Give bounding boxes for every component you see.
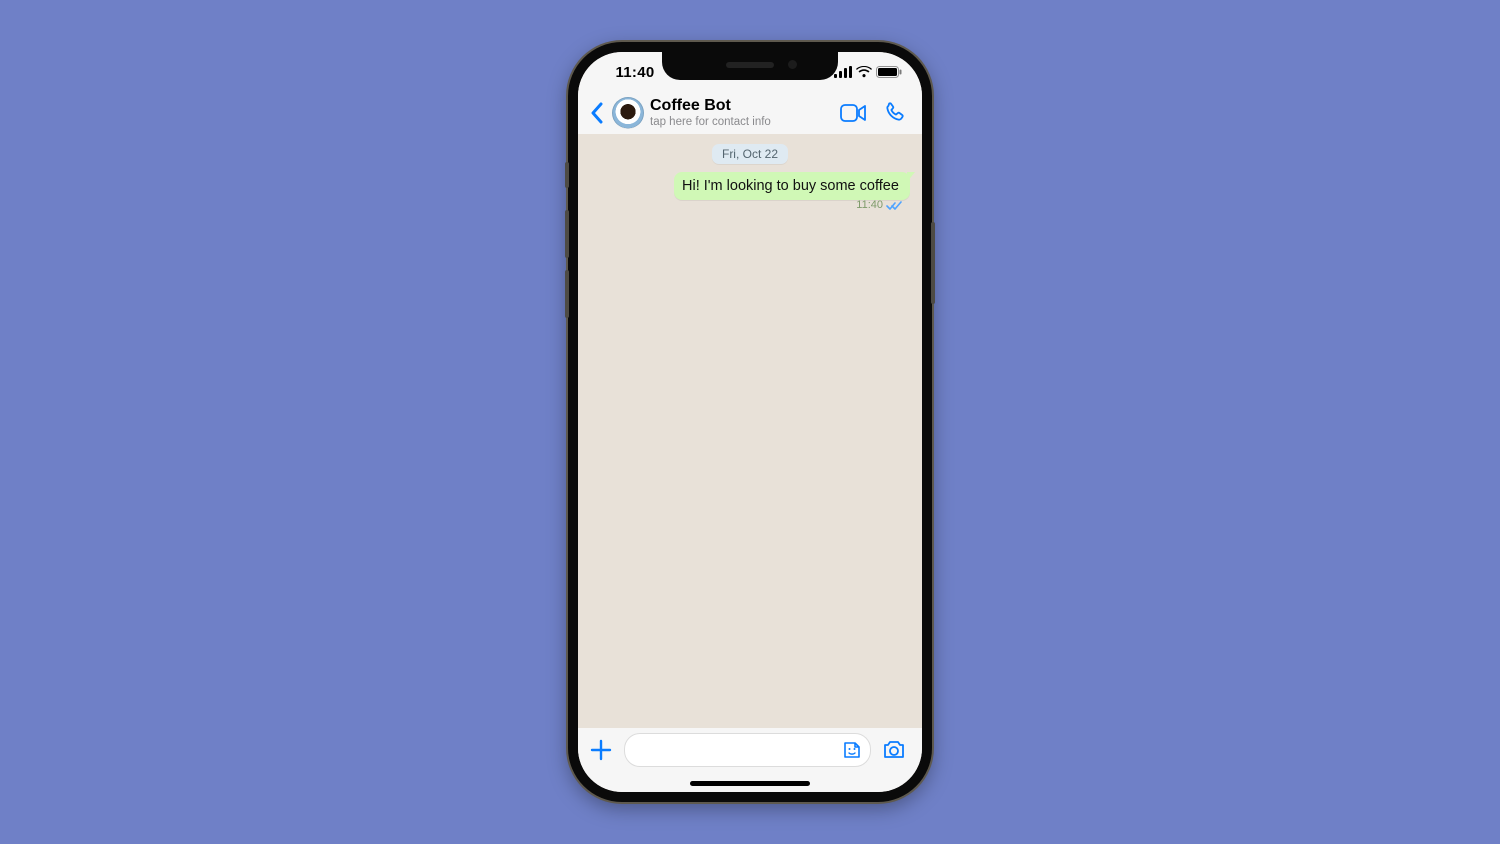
wifi-icon xyxy=(856,66,872,78)
volume-up-button xyxy=(565,210,569,258)
battery-icon xyxy=(876,66,902,78)
notch xyxy=(662,52,838,80)
read-receipt-icon xyxy=(886,201,902,211)
message-text: Hi! I'm looking to buy some coffee xyxy=(682,178,899,194)
camera-button[interactable] xyxy=(881,737,907,763)
chat-header: Coffee Bot tap here for contact info xyxy=(578,92,922,137)
message-input-wrap[interactable] xyxy=(624,733,871,767)
volume-down-button xyxy=(565,270,569,318)
plus-icon xyxy=(590,739,612,761)
phone-screen: 11:40 xyxy=(578,52,922,792)
date-chip: Fri, Oct 22 xyxy=(712,144,788,164)
sticker-button[interactable] xyxy=(840,738,864,762)
avatar[interactable] xyxy=(612,97,644,129)
voice-call-button[interactable] xyxy=(882,100,908,126)
status-time: 11:40 xyxy=(600,64,670,81)
video-call-button[interactable] xyxy=(840,100,866,126)
video-icon xyxy=(840,104,866,122)
bubble-tail xyxy=(907,172,915,182)
message-time: 11:40 xyxy=(856,199,883,213)
phone-frame: 11:40 xyxy=(568,42,932,802)
contact-subtitle: tap here for contact info xyxy=(650,116,840,128)
attach-button[interactable] xyxy=(588,737,614,763)
power-button xyxy=(931,222,935,304)
mic-button[interactable] xyxy=(917,737,922,763)
phone-icon xyxy=(884,102,906,124)
mic-icon xyxy=(921,738,922,762)
chat-body[interactable]: Fri, Oct 22 Hi! I'm looking to buy some … xyxy=(578,134,922,728)
contact-info[interactable]: Coffee Bot tap here for contact info xyxy=(650,98,840,128)
header-actions xyxy=(840,100,912,126)
message-input[interactable] xyxy=(637,733,840,767)
chevron-left-icon xyxy=(590,102,604,124)
back-button[interactable] xyxy=(584,100,610,126)
mute-switch xyxy=(565,162,569,188)
sticker-icon xyxy=(842,740,862,760)
status-indicators xyxy=(834,66,902,78)
message-meta: 11:40 xyxy=(856,199,902,213)
contact-name: Coffee Bot xyxy=(650,98,840,115)
camera-icon xyxy=(882,740,906,760)
message-outgoing[interactable]: Hi! I'm looking to buy some coffee 11:40 xyxy=(674,172,910,200)
home-indicator xyxy=(690,781,810,786)
